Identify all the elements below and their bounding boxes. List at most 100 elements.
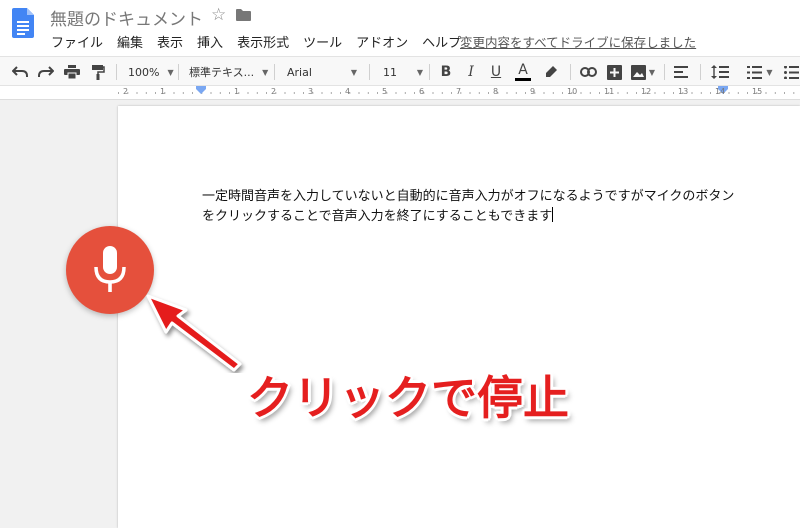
chevron-down-icon: ▼ (167, 67, 174, 77)
insert-comment-button[interactable] (603, 57, 625, 87)
toolbar-separator (369, 64, 370, 80)
ruler-tick (256, 92, 258, 94)
bold-button[interactable]: B (436, 57, 456, 87)
toolbar: 100% ▼ 標準テキス... ▼ Arial ▼ 11 ▼ B I U A ▼ ▼ (0, 56, 800, 86)
ruler-tick (247, 92, 249, 94)
align-left-button[interactable] (670, 57, 692, 87)
menu-tools[interactable]: ツール (303, 32, 342, 51)
ruler-label: 7 (456, 87, 462, 96)
link-icon (579, 67, 597, 77)
font-value: Arial (287, 65, 312, 79)
redo-button[interactable] (34, 57, 58, 87)
ruler-tick (321, 92, 323, 94)
ruler-tick (673, 92, 674, 94)
ruler-tick (340, 92, 341, 94)
ruler-tick (663, 92, 665, 94)
menu-help[interactable]: ヘルプ (422, 32, 461, 51)
ruler-tick (765, 92, 767, 94)
ruler-tick (155, 92, 156, 94)
ruler-tick (432, 92, 434, 94)
menu-insert[interactable]: 挿入 (197, 32, 223, 51)
toolbar-separator (700, 64, 701, 80)
body-line: をクリックすることで音声入力を終了にすることもできます (202, 209, 553, 224)
highlight-color-button[interactable] (540, 57, 562, 87)
menu-bar: ファイル 編集 表示 挿入 表示形式 ツール アドオン ヘルプ (51, 32, 475, 51)
menu-format[interactable]: 表示形式 (237, 32, 289, 51)
ruler-tick (330, 92, 332, 94)
ruler-tick (599, 92, 600, 94)
save-status-link[interactable]: 変更内容をすべてドライブに保存しました (460, 32, 696, 51)
toolbar-separator (664, 64, 665, 80)
ruler-tick (636, 92, 637, 94)
ruler-tick (488, 92, 489, 94)
undo-button[interactable] (8, 57, 32, 87)
document-body[interactable]: 一定時間音声を入力していないと自動的に音声入力がオフになるようですがマイクのボタ… (202, 187, 742, 227)
google-docs-icon[interactable] (12, 8, 34, 38)
chevron-down-icon: ▼ (350, 67, 357, 77)
ruler-tick (284, 92, 286, 94)
ruler-tick (229, 92, 230, 94)
ruler-label: 2 (271, 87, 277, 96)
ruler-tick (589, 92, 591, 94)
star-icon[interactable]: ☆ (211, 5, 226, 25)
ruler-tick (654, 92, 656, 94)
ruler-tick (525, 92, 526, 94)
ruler-tick (367, 92, 369, 94)
ruler-tick (700, 92, 702, 94)
insert-link-button[interactable] (577, 57, 599, 87)
numbered-list-button[interactable]: ▼ (743, 57, 777, 87)
bulleted-list-button[interactable] (782, 57, 800, 87)
ruler-tick (173, 92, 175, 94)
toolbar-separator (274, 64, 275, 80)
ruler-tick (580, 92, 582, 94)
folder-icon[interactable] (236, 9, 251, 21)
text-color-button[interactable]: A (512, 57, 534, 87)
ruler-tick (451, 92, 452, 94)
paint-format-button[interactable] (86, 57, 110, 87)
ruler-tick (469, 92, 471, 94)
font-select[interactable]: Arial ▼ (287, 57, 357, 87)
ruler-label: 6 (419, 87, 425, 96)
menu-view[interactable]: 表示 (157, 32, 183, 51)
ruler-label: 11 (604, 87, 615, 96)
underline-button[interactable]: U (486, 57, 506, 87)
toolbar-separator (116, 64, 117, 80)
toolbar-separator (429, 64, 430, 80)
menu-file[interactable]: ファイル (51, 32, 103, 51)
menu-addons[interactable]: アドオン (356, 32, 408, 51)
left-indent-marker[interactable] (196, 86, 206, 95)
chevron-down-icon: ▼ (648, 67, 656, 77)
ruler-tick (145, 92, 147, 94)
font-size-value: 11 (383, 65, 397, 79)
ruler[interactable]: 2 1 1 2 3 4 5 6 7 8 9 10 11 12 13 14 15 (0, 86, 800, 100)
ruler-tick (728, 92, 730, 94)
ruler-label: 8 (493, 87, 499, 96)
ruler-tick (562, 92, 563, 94)
add-comment-icon (606, 64, 622, 80)
ruler-tick (793, 92, 795, 94)
line-spacing-icon (711, 65, 729, 79)
toolbar-separator (178, 64, 179, 80)
print-button[interactable] (60, 57, 84, 87)
menu-edit[interactable]: 編集 (117, 32, 143, 51)
line-spacing-button[interactable] (708, 57, 732, 87)
image-icon (630, 64, 646, 80)
ruler-tick (395, 92, 397, 94)
ruler-tick (552, 92, 554, 94)
document-title[interactable]: 無題のドキュメント (50, 5, 203, 30)
ruler-tick (377, 92, 378, 94)
ruler-tick (303, 92, 304, 94)
ruler-label: 5 (382, 87, 388, 96)
ruler-tick (774, 92, 776, 94)
insert-image-button[interactable]: ▼ (628, 57, 658, 87)
ruler-tick (784, 92, 785, 94)
ruler-tick (441, 92, 443, 94)
paragraph-style-select[interactable]: 標準テキス... ▼ (189, 57, 268, 87)
zoom-select[interactable]: 100% ▼ (128, 57, 174, 87)
ruler-label: 10 (567, 87, 578, 96)
font-size-select[interactable]: 11 ▼ (383, 57, 423, 87)
ruler-tick (543, 92, 545, 94)
ruler-tick (293, 92, 295, 94)
italic-button[interactable]: I (461, 57, 481, 87)
chevron-down-icon: ▼ (766, 67, 773, 77)
